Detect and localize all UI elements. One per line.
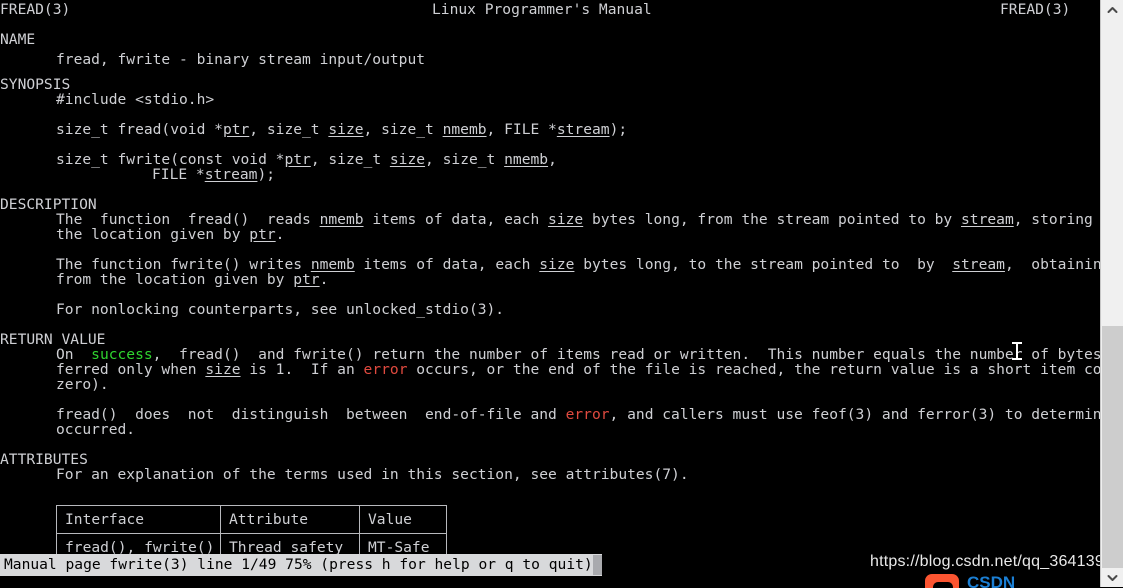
desc-text: items of data, each xyxy=(354,256,540,273)
scrollbar-thumb[interactable] xyxy=(1102,326,1123,571)
man-header-center: Linux Programmer's Manual xyxy=(432,1,652,18)
desc-text: from the location given by xyxy=(56,271,294,288)
less-status-bar[interactable]: Manual page fwrite(3) line 1/49 75% (pre… xyxy=(0,554,602,576)
csdn-logo-mark-inner xyxy=(933,582,953,588)
description-paragraph-3: For nonlocking counterparts, see unlocke… xyxy=(56,301,505,318)
watermark-url: https://blog.csdn.net/qq_36413982 xyxy=(870,553,1123,570)
param-size: size xyxy=(548,211,584,228)
status-bar-text: Manual page fwrite(3) line 1/49 75% (pre… xyxy=(4,556,593,573)
param-size: size xyxy=(328,121,364,138)
desc-text: , storing them at xyxy=(1013,211,1093,228)
rv-text: , and callers must use feof(3) and ferro… xyxy=(609,406,1100,423)
synopsis-fread-prototype: size_t fread(void *ptr, size_t size, siz… xyxy=(56,120,627,140)
synopsis-include: #include <stdio.h> xyxy=(56,91,215,108)
proto-text: ); xyxy=(257,166,276,183)
param-stream: stream xyxy=(204,166,258,183)
desc-text: the location given by xyxy=(56,226,250,243)
rv-text: occurs, or the end of the file is reache… xyxy=(407,361,1100,378)
desc-text: bytes long, to the stream pointed to by xyxy=(574,256,953,273)
return-value-paragraph-2-line-1: fread() does not distinguish between end… xyxy=(56,405,1100,425)
vertical-scrollbar[interactable] xyxy=(1100,0,1123,587)
param-nmemb: nmemb xyxy=(504,151,549,168)
param-nmemb: nmemb xyxy=(319,211,364,228)
table-header-value: Value xyxy=(359,505,447,534)
terminal-window: FREAD(3) Linux Programmer's Manual FREAD… xyxy=(0,0,1123,588)
desc-text: , obtaining them xyxy=(1004,256,1100,273)
description-paragraph-1-line-2: the location given by ptr. xyxy=(56,225,284,245)
return-value-paragraph-1-line-3: zero). xyxy=(56,376,109,393)
proto-text: size_t fread(void * xyxy=(56,121,223,138)
section-body-name: fread, fwrite - binary stream input/outp… xyxy=(56,51,426,68)
csdn-logo: CSDN xyxy=(925,574,1045,588)
table-header-interface: Interface xyxy=(56,505,221,534)
proto-text: , size_t xyxy=(363,121,443,138)
man-page-viewport[interactable]: FREAD(3) Linux Programmer's Manual FREAD… xyxy=(0,0,1100,587)
table-header-attribute: Attribute xyxy=(220,505,360,534)
description-paragraph-2-line-2: from the location given by ptr. xyxy=(56,270,328,290)
proto-text: , size_t xyxy=(310,151,390,168)
desc-text: . xyxy=(275,226,285,243)
synopsis-fwrite-prototype: size_t fwrite(const void *ptr, size_t si… xyxy=(56,150,557,170)
param-ptr: ptr xyxy=(293,271,320,288)
chevron-up-icon[interactable] xyxy=(1101,0,1123,19)
proto-text: , FILE * xyxy=(486,121,557,138)
synopsis-fwrite-prototype-cont: FILE *stream); xyxy=(152,165,275,185)
param-ptr: ptr xyxy=(249,226,276,243)
param-ptr: ptr xyxy=(222,121,250,138)
scrollbar-track-upper[interactable] xyxy=(1102,19,1123,326)
block-cursor xyxy=(592,555,602,575)
proto-text: , size_t xyxy=(425,151,505,168)
param-nmemb: nmemb xyxy=(442,121,487,138)
rv-text: is 1. If an xyxy=(240,361,364,378)
table-header-row: Interface Attribute Value xyxy=(56,505,447,534)
proto-text: FILE * xyxy=(152,166,205,183)
param-size: size xyxy=(389,151,426,168)
param-ptr: ptr xyxy=(284,151,311,168)
man-header-right: FREAD(3) xyxy=(1000,1,1071,18)
param-size: size xyxy=(539,256,575,273)
proto-text: , size_t xyxy=(249,121,329,138)
section-body-attributes: For an explanation of the terms used in … xyxy=(56,466,689,483)
desc-text: bytes long, from the stream pointed to b… xyxy=(583,211,962,228)
param-size: size xyxy=(205,361,241,378)
desc-text: items of data, each xyxy=(363,211,549,228)
keyword-error: error xyxy=(565,406,610,423)
param-stream: stream xyxy=(952,256,1005,273)
return-value-paragraph-2-line-2: occurred. xyxy=(56,421,136,438)
param-stream: stream xyxy=(556,121,610,138)
param-stream: stream xyxy=(961,211,1014,228)
csdn-logo-word: CSDN xyxy=(967,574,1016,588)
section-heading-name: NAME xyxy=(0,31,36,48)
keyword-error: error xyxy=(363,361,408,378)
proto-text: ); xyxy=(609,121,628,138)
return-value-paragraph-1-line-2: ferred only when size is 1. If an error … xyxy=(56,360,1100,380)
proto-text: , xyxy=(548,151,557,168)
man-header-left: FREAD(3) xyxy=(0,1,71,18)
desc-text: . xyxy=(319,271,329,288)
chevron-down-icon[interactable] xyxy=(1101,568,1123,587)
